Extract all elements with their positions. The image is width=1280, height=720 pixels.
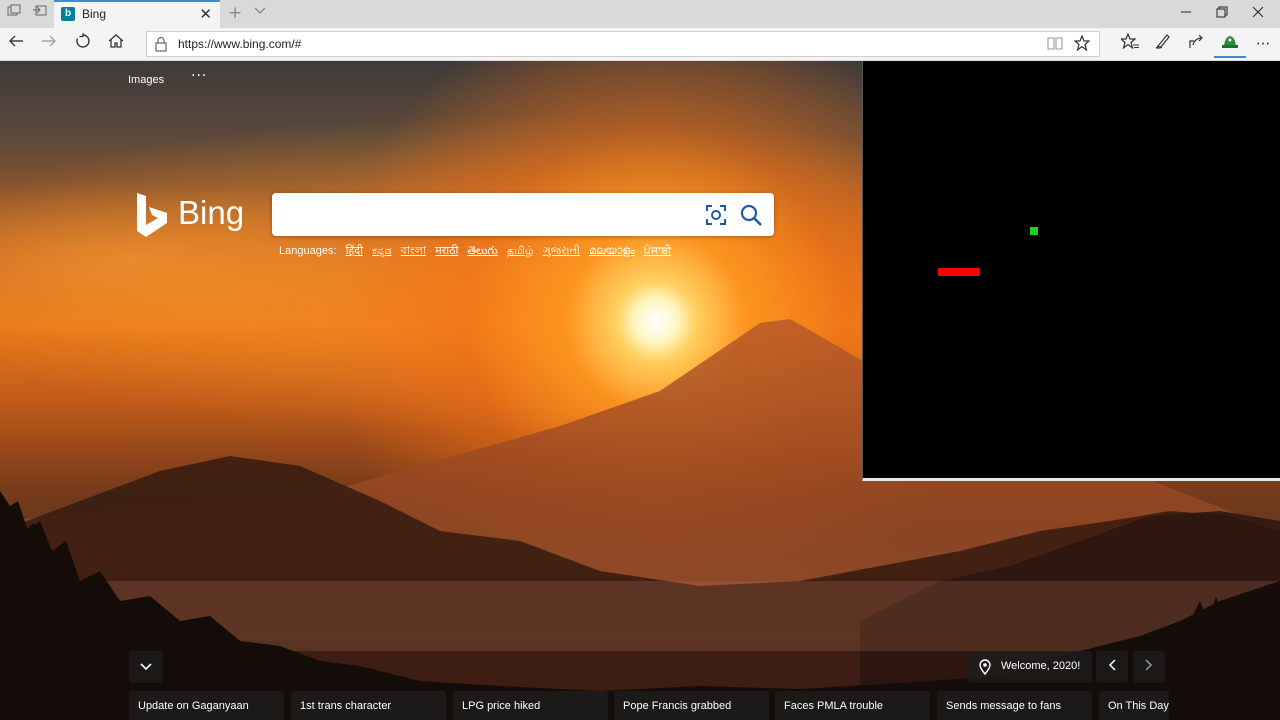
restore-icon[interactable] [1204,2,1240,26]
search-icon[interactable] [739,203,763,227]
address-bar[interactable]: https://www.bing.com/# [146,31,1100,57]
location-welcome-button[interactable]: Welcome, 2020! [968,651,1092,683]
language-link-hindi[interactable]: हिंदी [346,245,363,257]
news-headline: LPG price hiked [462,700,541,712]
language-link-kannada[interactable]: ಕನ್ನಡ [372,245,392,257]
browser-navbar: https://www.bing.com/# ··· [0,28,1280,61]
expand-feed-button[interactable] [129,651,163,683]
visual-search-icon[interactable] [704,203,728,227]
pen-icon[interactable] [1150,32,1176,56]
tab-preview-icon[interactable] [4,4,24,24]
language-link-tamil[interactable]: தமிழ் [507,245,534,257]
location-pin-icon [979,659,991,675]
new-tab-icon[interactable]: + [228,3,242,23]
news-headline: 1st trans character [300,700,392,712]
bing-favicon-icon: b [61,7,75,21]
more-icon[interactable]: ··· [1250,32,1276,56]
refresh-icon[interactable] [71,32,95,56]
chevron-right-icon [1145,659,1153,671]
carousel-prev-button[interactable] [1096,651,1128,683]
favorites-hub-icon[interactable] [1117,32,1143,56]
share-icon[interactable] [1183,32,1209,56]
images-link[interactable]: Images [128,74,164,86]
bing-wordmark: Bing [178,194,245,231]
back-arrow-icon[interactable] [4,32,28,56]
news-headline: Pope Francis grabbed [623,700,732,712]
news-card[interactable]: Update on Gaganyaan [129,691,284,720]
news-card[interactable]: Pope Francis grabbed [614,691,769,720]
more-options-button[interactable]: ··· [191,68,207,84]
bing-b-logo-icon [137,193,167,237]
reading-view-icon[interactable] [1047,35,1063,55]
news-headline: Faces PMLA trouble [784,700,884,712]
extension-icon[interactable] [1217,32,1243,56]
news-card[interactable]: Faces PMLA trouble [775,691,930,720]
green-ball [1030,227,1038,235]
language-link-punjabi[interactable]: ਪੰਜਾਬੀ [644,245,672,257]
forward-arrow-icon[interactable] [37,32,61,56]
news-card[interactable]: On This Day: [1099,691,1169,720]
red-paddle [938,268,980,276]
news-headline: Sends message to fans [946,700,1061,712]
language-link-marathi[interactable]: मराठी [435,245,458,257]
tab-title: Bing [82,7,107,21]
url-text[interactable]: https://www.bing.com/# [178,37,301,51]
chevron-left-icon [1108,659,1116,671]
chevron-down-icon[interactable] [254,4,266,18]
favorite-star-icon[interactable] [1073,34,1091,55]
tab-bing[interactable]: b Bing ✕ [54,0,220,28]
news-card[interactable]: Sends message to fans [937,691,1092,720]
news-card[interactable]: 1st trans character [291,691,446,720]
language-link-bengali[interactable]: বাংলা [401,245,426,257]
close-window-icon[interactable] [1240,2,1276,26]
close-tab-icon[interactable]: ✕ [199,5,212,23]
news-carousel: Update on Gaganyaan 1st trans character … [129,691,1169,720]
news-card[interactable]: LPG price hiked [453,691,608,720]
chevron-down-icon [140,663,152,671]
language-link-telugu[interactable]: తెలుగు [467,245,497,257]
lock-icon [155,36,167,52]
browser-titlebar: b Bing ✕ + [0,0,1280,28]
news-headline: Update on Gaganyaan [138,700,249,712]
carousel-next-button[interactable] [1133,651,1165,683]
languages-label: Languages: [279,245,337,257]
languages-bar: Languages: हिंदी ಕನ್ನಡ বাংলা मराठी తెలుగ… [279,242,671,261]
game-canvas-overlay[interactable] [862,61,1280,481]
home-icon[interactable] [104,32,128,56]
search-box[interactable] [272,193,774,236]
language-link-gujarati[interactable]: ગુજરાતી [543,245,580,257]
extension-active-indicator [1214,56,1246,58]
news-headline: On This Day: [1108,700,1169,712]
set-aside-tabs-icon[interactable] [30,4,50,24]
minimize-icon[interactable] [1168,2,1204,26]
language-link-malayalam[interactable]: മലയാളം [589,245,635,257]
location-label: Welcome, 2020! [1001,660,1081,672]
search-input[interactable] [284,201,694,227]
